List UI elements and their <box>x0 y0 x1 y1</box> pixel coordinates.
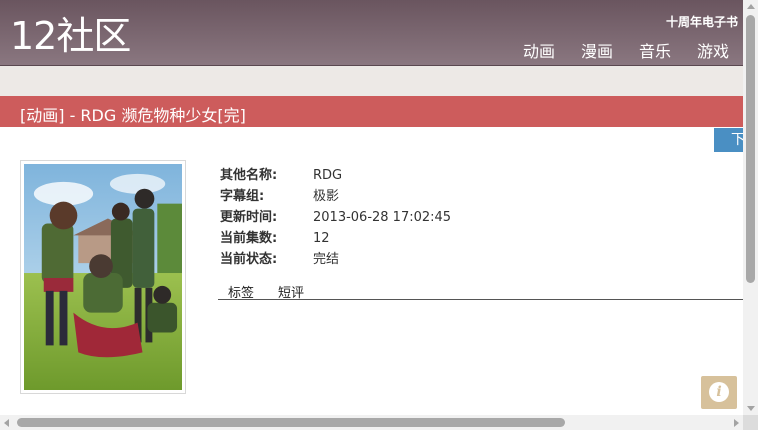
anime-poster <box>20 160 186 394</box>
nav-item-games[interactable]: 游戏 <box>697 38 729 62</box>
tab-tags[interactable]: 标签 <box>228 282 254 301</box>
info-value: 完结 <box>313 252 340 267</box>
main-nav: 动画 漫画 音乐 游戏 <box>523 38 729 62</box>
scroll-left-icon[interactable] <box>4 419 9 427</box>
info-row-update-time: 更新时间: 2013-06-28 17:02:45 <box>220 207 451 228</box>
info-row-subtitle-group: 字幕组: 极影 <box>220 186 451 207</box>
sub-header-strip <box>0 66 743 96</box>
scroll-down-icon[interactable] <box>747 406 755 411</box>
info-value: 12 <box>313 231 330 246</box>
vertical-scrollbar[interactable] <box>743 0 758 415</box>
content-tabs: 标签 短评 <box>218 282 743 301</box>
poster-image <box>24 164 182 390</box>
tab-reviews[interactable]: 短评 <box>278 282 304 301</box>
info-label: 更新时间: <box>220 210 278 225</box>
scroll-up-icon[interactable] <box>747 4 755 9</box>
site-header: 12社区 十周年电子书 动画 漫画 音乐 游戏 <box>0 0 743 66</box>
site-logo[interactable]: 12社区 <box>10 14 131 58</box>
horizontal-scroll-thumb[interactable] <box>17 418 565 427</box>
nav-item-music[interactable]: 音乐 <box>639 38 671 62</box>
info-label: 当前集数: <box>220 231 278 246</box>
page-title-bar: [动画] - RDG 濒危物种少女[完] <box>0 96 743 127</box>
info-label: 字幕组: <box>220 189 265 204</box>
scrollbar-corner <box>743 415 758 430</box>
ebook-link[interactable]: 十周年电子书 <box>666 13 738 30</box>
info-value[interactable]: 极影 <box>313 186 339 207</box>
vertical-scroll-thumb[interactable] <box>746 15 755 283</box>
info-row-status: 当前状态: 完结 <box>220 249 451 270</box>
info-value: RDG <box>313 168 343 183</box>
info-row-alt-name: 其他名称: RDG <box>220 165 451 186</box>
anime-info: 其他名称: RDG 字幕组: 极影 更新时间: 2013-06-28 17:02… <box>220 165 451 270</box>
nav-item-anime[interactable]: 动画 <box>523 38 555 62</box>
info-label: 其他名称: <box>220 168 278 183</box>
page-title: [动画] - RDG 濒危物种少女[完] <box>20 106 246 125</box>
info-icon: i <box>709 382 729 402</box>
scroll-right-icon[interactable] <box>734 419 739 427</box>
info-button[interactable]: i <box>701 376 737 409</box>
horizontal-scrollbar[interactable] <box>0 415 743 430</box>
download-tab[interactable]: 下 <box>714 128 745 152</box>
info-label: 当前状态: <box>220 252 278 267</box>
info-row-episodes: 当前集数: 12 <box>220 228 451 249</box>
nav-item-manga[interactable]: 漫画 <box>581 38 613 62</box>
info-value: 2013-06-28 17:02:45 <box>313 210 452 225</box>
